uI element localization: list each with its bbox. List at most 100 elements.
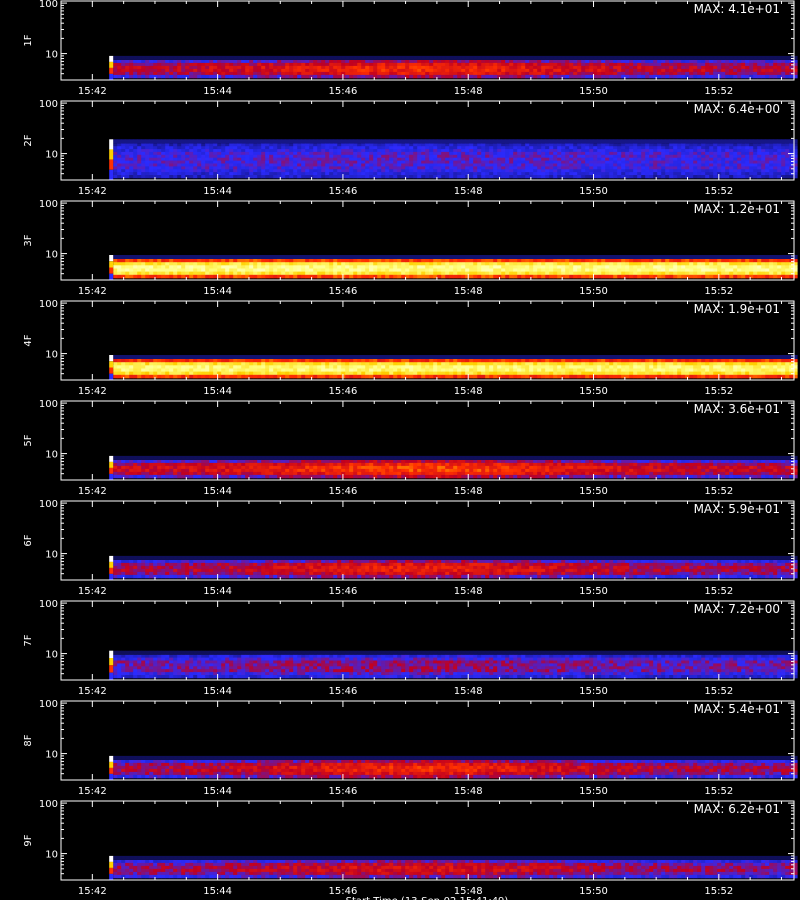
heatmap-cell (781, 271, 786, 276)
heatmap-cell (325, 166, 330, 170)
heatmap-cell (241, 151, 246, 156)
heatmap-halo (533, 55, 538, 60)
heatmap-cell (509, 265, 514, 269)
heatmap-cell (297, 68, 302, 73)
heatmap-cell (521, 268, 526, 273)
heatmap-cell (545, 160, 550, 164)
heatmap-cell (777, 262, 782, 266)
heatmap-cell (409, 146, 414, 150)
heatmap-cell (525, 163, 530, 167)
heatmap-cell (681, 149, 686, 153)
heatmap-cell (193, 169, 198, 173)
heatmap-cell (481, 166, 486, 170)
heatmap-cell (701, 71, 706, 76)
heatmap-cell (657, 149, 662, 153)
heatmap-cell (421, 151, 426, 156)
heatmap-cell (541, 160, 546, 164)
heatmap-cell (637, 68, 642, 73)
heatmap-halo (669, 55, 674, 60)
heatmap-halo (381, 55, 386, 60)
heatmap-cell (721, 166, 726, 170)
heatmap-cell (697, 169, 702, 173)
spike-cell (109, 255, 114, 262)
heatmap-cell (769, 62, 774, 67)
heatmap-cell (753, 68, 758, 73)
heatmap-cell (637, 146, 642, 150)
heatmap-cell (469, 146, 474, 150)
heatmap-cell (677, 62, 682, 67)
heatmap-cell (609, 59, 614, 64)
heatmap-cell (469, 71, 474, 76)
heatmap-cell (517, 169, 522, 173)
heatmap-cell (757, 259, 762, 263)
heatmap-halo (441, 55, 446, 60)
heatmap-cell (557, 274, 562, 279)
heatmap-cell (473, 274, 478, 279)
heatmap-halo (485, 139, 490, 144)
heatmap-cell (397, 143, 402, 147)
heatmap-cell (529, 166, 534, 170)
heatmap-cell (361, 151, 366, 156)
heatmap-cell (209, 265, 214, 269)
heatmap-cell (565, 59, 570, 64)
heatmap-cell (173, 143, 178, 147)
heatmap-cell (141, 262, 146, 266)
heatmap-cell (649, 268, 654, 273)
heatmap-cell (281, 169, 286, 173)
heatmap-cell (349, 163, 354, 167)
heatmap-cell (729, 143, 734, 147)
heatmap-cell (305, 259, 310, 263)
heatmap-cell (565, 262, 570, 266)
heatmap-cell (189, 68, 194, 73)
heatmap-cell (325, 271, 330, 276)
heatmap-cell (625, 74, 630, 79)
heatmap-cell (561, 163, 566, 167)
heatmap-cell (697, 149, 702, 153)
heatmap-halo (505, 55, 510, 60)
heatmap-cell (733, 149, 738, 153)
heatmap-cell (509, 268, 514, 273)
heatmap-cell (645, 262, 650, 266)
heatmap-cell (701, 175, 706, 179)
heatmap-cell (545, 175, 550, 179)
heatmap-cell (305, 146, 310, 150)
heatmap-cell (313, 65, 318, 70)
heatmap-cell (449, 259, 454, 263)
heatmap-cell (317, 172, 322, 176)
heatmap-cell (609, 175, 614, 179)
heatmap-cell (493, 149, 498, 153)
heatmap-cell (609, 268, 614, 273)
heatmap-cell (305, 151, 310, 156)
heatmap-cell (485, 151, 490, 156)
heatmap-cell (301, 160, 306, 164)
heatmap-cell (725, 262, 730, 266)
heatmap-cell (601, 268, 606, 273)
heatmap-cell (609, 74, 614, 79)
heatmap-cell (373, 265, 378, 269)
heatmap-cell (425, 262, 430, 266)
heatmap-halo (457, 55, 462, 60)
heatmap-cell (629, 62, 634, 67)
heatmap-cell (169, 59, 174, 64)
heatmap-cell (593, 151, 598, 156)
heatmap-cell (213, 163, 218, 167)
heatmap-cell (149, 268, 154, 273)
heatmap-cell (745, 149, 750, 153)
heatmap-halo (393, 139, 398, 144)
heatmap-cell (729, 259, 734, 263)
heatmap-cell (329, 274, 334, 279)
heatmap-cell (729, 262, 734, 266)
heatmap-cell (789, 149, 794, 153)
heatmap-cell (253, 71, 258, 76)
heatmap-cell (217, 268, 222, 273)
heatmap-cell (741, 274, 746, 279)
heatmap-cell (653, 59, 658, 64)
spike-column (109, 255, 114, 280)
heatmap-cell (617, 68, 622, 73)
heatmap-cell (313, 274, 318, 279)
heatmap-cell (777, 68, 782, 73)
heatmap-cell (657, 163, 662, 167)
heatmap-cell (573, 62, 578, 67)
heatmap-cell (345, 74, 350, 79)
heatmap-cell (513, 59, 518, 64)
